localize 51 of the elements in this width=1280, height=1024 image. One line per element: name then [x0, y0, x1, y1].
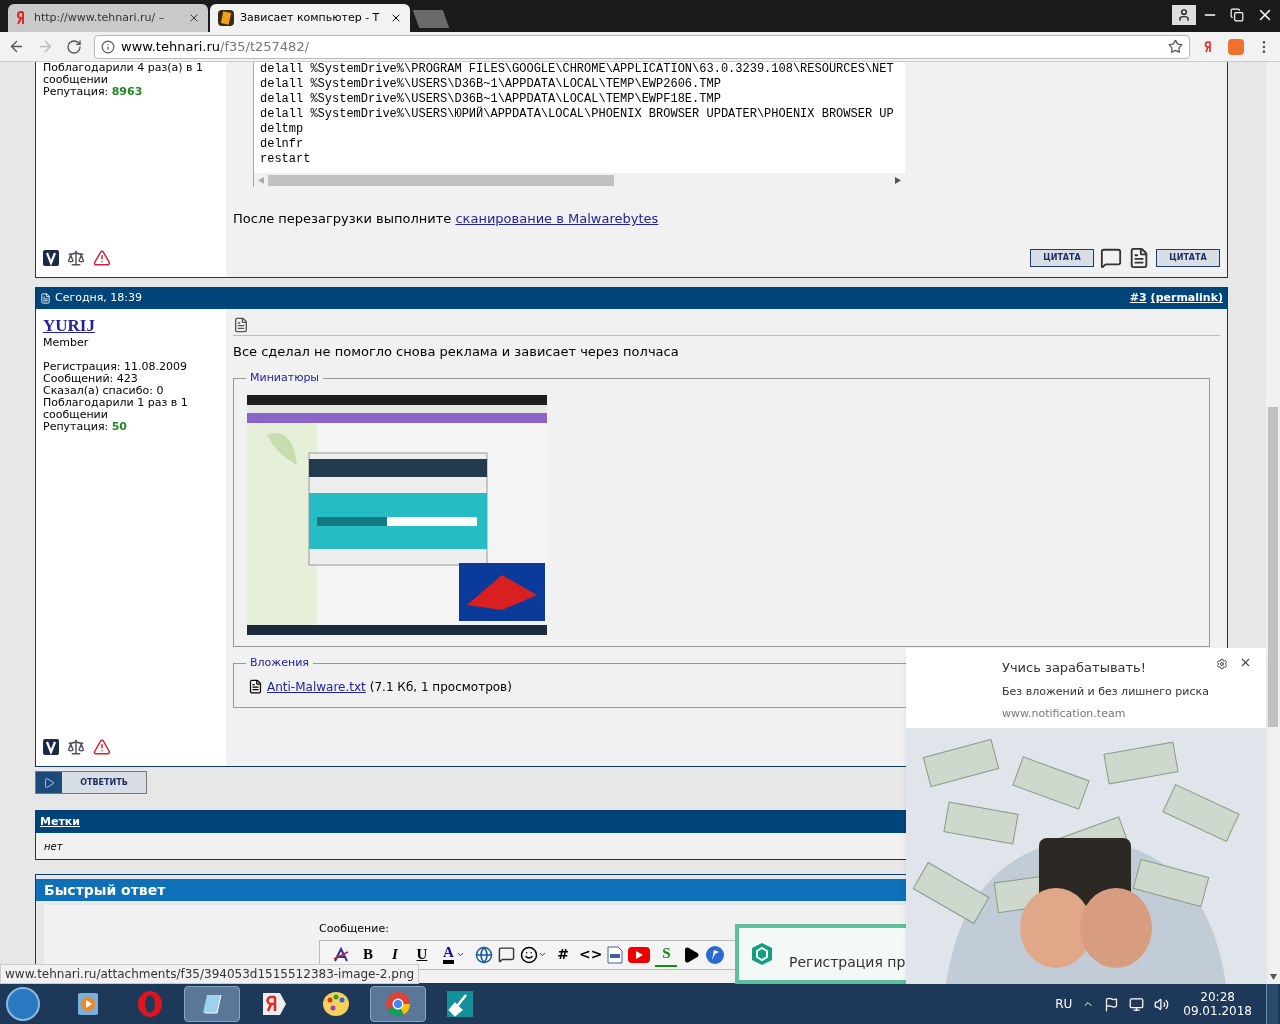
text-color-button[interactable]: A — [438, 942, 470, 967]
user-stat: Регистрация: 11.08.2009 — [43, 361, 188, 373]
attachment-link[interactable]: Anti-Malware.txt — [267, 677, 366, 696]
user-stat: Сказал(а) спасибо: 0 — [43, 385, 165, 397]
address-field[interactable]: www.tehnari.ru/f35/t257482/ — [94, 34, 1190, 59]
code-line: restart — [260, 152, 312, 167]
tab-title: http://www.tehnari.ru/ – — [34, 9, 166, 26]
user-stat: Поблагодарили 4 раз(а) в 1 сообщении — [43, 62, 205, 86]
language-indicator[interactable]: RU — [1055, 995, 1073, 1013]
code-line: delall %SystemDrive%\USERS\D36B~1\APPDATA\LOCAL\TEMP\EWP2606.TMP — [260, 77, 722, 92]
code-line: delall %SystemDrive%\USERS\ЮРИЙ\APPDATA\LOCAL\PHOENIX BROWSER UPDATER\PHOENIX BROWSER UP — [260, 107, 895, 122]
malwarebytes-link[interactable]: сканирование в Malwarebytes — [455, 211, 659, 226]
reputation: Репутация: 50 — [43, 421, 129, 433]
reply-button[interactable]: ОТВЕТИТЬ — [35, 771, 147, 794]
user-stat: Поблагодарили 1 раз в 1 сообщении — [43, 397, 189, 421]
code-button[interactable]: <> — [579, 942, 603, 967]
quote-button[interactable]: ЦИТАТА — [1030, 249, 1094, 267]
italic-button[interactable]: I — [384, 942, 406, 967]
underline-button[interactable]: U — [411, 942, 433, 967]
notification-title: Учись зарабатывать! — [1002, 659, 1146, 677]
user-stat: Сообщений: 423 — [43, 373, 139, 385]
permalink-link[interactable]: (permalink) — [1150, 290, 1223, 307]
code-line: delnfr — [260, 137, 305, 152]
notification-domain: www.notification.team — [1002, 706, 1127, 722]
multi-quote-button[interactable]: ЦИТАТА — [1156, 249, 1220, 267]
tags-value: нет — [44, 839, 63, 854]
post-text: После перезагрузки выполните сканирование в Malwarebytes — [233, 210, 660, 228]
message-label: Сообщение: — [319, 921, 390, 937]
post-number-link[interactable]: #3 — [1129, 290, 1147, 307]
browser-tab[interactable]: http://www.tehnari.ru/ – — [8, 4, 208, 32]
signup-text: Регистрация пр — [789, 952, 906, 972]
code-line: delall %SystemDrive%\USERS\D36B~1\APPDATA\LOCAL\TEMP\EWPF18E.TMP — [260, 92, 722, 106]
code-line: delall %SystemDrive%\PROGRAM FILES\GOOGLE\CHROME\APPLICATION\63.0.3239.108\RESOURCES\NET — [260, 62, 895, 77]
bold-button[interactable]: B — [357, 942, 379, 967]
status-url: www.tehnari.ru/attachments/f35/394053d1515512383-image-2.png — [0, 964, 420, 984]
url-text: www.tehnari.ru/f35/t257482/ — [121, 37, 310, 56]
strike-button[interactable]: S — [655, 942, 678, 967]
tab-title: Зависает компьютер - Т — [240, 9, 381, 26]
notification-body: Без вложений и без лишнего риска — [1002, 683, 1210, 700]
attachment-info: (7.1 Кб, 1 просмотров) — [369, 678, 512, 696]
code-line: deltmp — [260, 122, 305, 137]
post-message: Все сделал не помогло снова реклама и зависает через полчаса — [233, 343, 680, 361]
post-date: Сегодня, 18:39 — [55, 290, 143, 307]
code-button[interactable]: # — [552, 942, 574, 967]
quick-reply-title: Быстрый ответ — [44, 880, 166, 900]
clock[interactable]: 20:28 09.01.2018 — [1183, 990, 1252, 1018]
reputation: Репутация: 8963 — [43, 86, 144, 98]
user-rank: Member — [43, 337, 90, 349]
browser-tab[interactable]: Зависает компьютер - Т — [210, 4, 410, 32]
author-name[interactable]: YURIJ — [43, 317, 219, 335]
tags-title[interactable]: Метки — [40, 813, 80, 831]
